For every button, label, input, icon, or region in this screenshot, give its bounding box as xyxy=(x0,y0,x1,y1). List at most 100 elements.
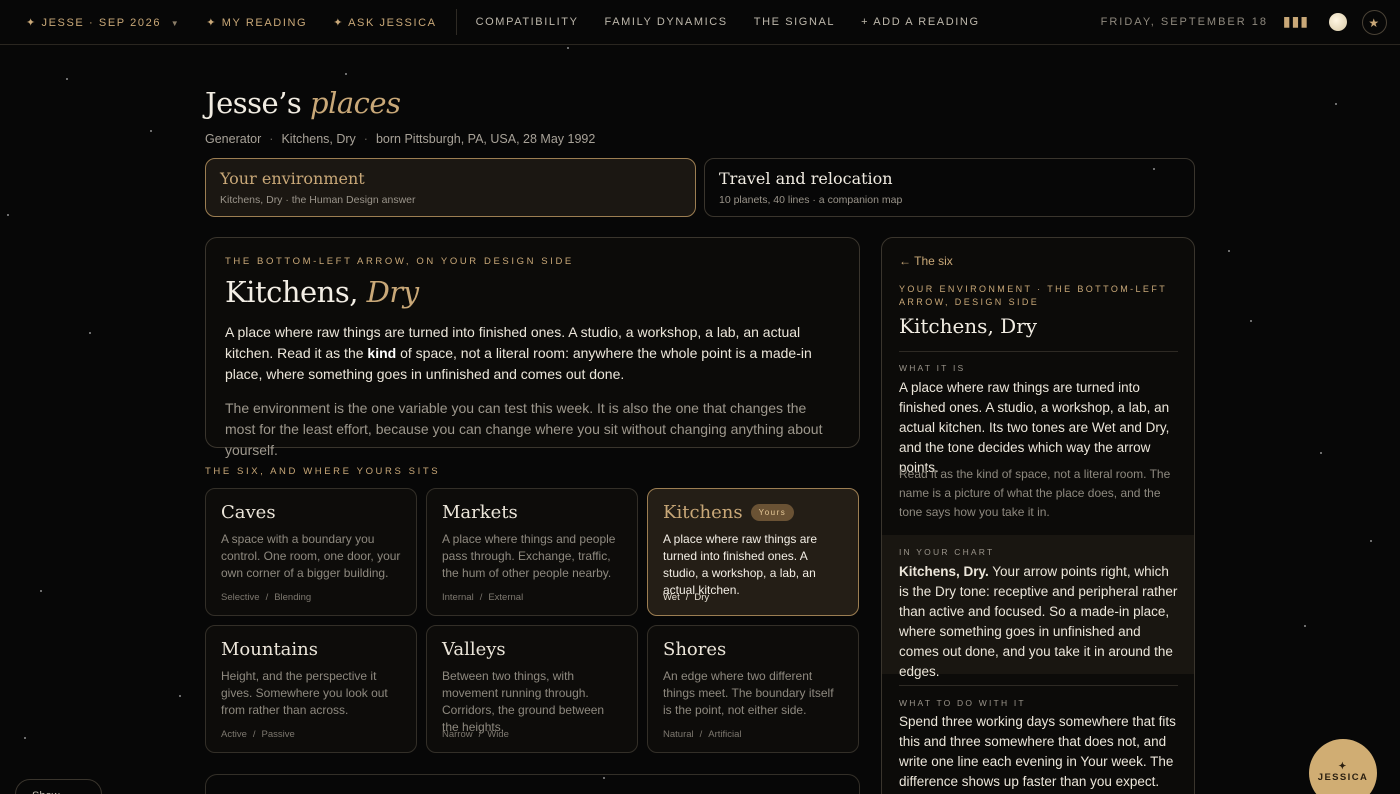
tone-a: Wet xyxy=(663,592,680,603)
fab-label: Jessica xyxy=(1317,772,1369,783)
tile-description: Between two things, with movement runnin… xyxy=(442,669,605,734)
description-emphasis: kind xyxy=(367,345,397,361)
tile-description: An edge where two different things meet.… xyxy=(663,669,834,717)
environment-summary: Kitchens, Dry xyxy=(281,132,356,146)
tile-tones: Narrow / Wide xyxy=(442,729,509,740)
tile-name-text: Shores xyxy=(663,639,727,660)
tab-title: Travel and relocation xyxy=(719,169,893,188)
tone-a: Selective xyxy=(221,592,260,603)
environment-title: Kitchens, Dry xyxy=(225,275,840,309)
tone-a: Narrow xyxy=(442,729,473,740)
environment-side-panel: ← The six Your environment · the bottom-… xyxy=(881,237,1195,794)
tile-description: A place where raw things are turned into… xyxy=(663,532,818,597)
page-title-accent: places xyxy=(310,86,401,120)
page-header: Jesse’s places Generator · Kitchens, Dry · b… xyxy=(205,86,595,146)
tone-b: External xyxy=(488,592,524,603)
tab-travel-relocation[interactable]: Travel and relocation 10 planets, 40 lin… xyxy=(704,158,1195,217)
tile-name: Valleys xyxy=(442,639,622,660)
environment-note: The environment is the one variable you … xyxy=(225,400,823,458)
page-title: Jesse’s places xyxy=(205,86,595,120)
tile-name: Mountains xyxy=(221,639,401,660)
tab-subtitle: Kitchens, Dry · the Human Design answer xyxy=(220,194,416,206)
nav-divider xyxy=(455,9,457,35)
moon-phase-icon[interactable] xyxy=(1329,13,1347,31)
card-eyebrow: The bottom-left arrow, on your Design si… xyxy=(225,256,574,267)
nav-compatibility[interactable]: Compatibility xyxy=(463,16,592,28)
yours-badge: Yours xyxy=(750,504,795,521)
tile-name-text: Caves xyxy=(221,502,276,523)
nav-add-reading[interactable]: + Add a Reading xyxy=(848,16,992,28)
environment-title-main: Kitchens, xyxy=(225,275,358,309)
favorites-button[interactable]: ★ xyxy=(1362,10,1387,35)
tone-a: Natural xyxy=(663,729,694,740)
tile-description: A place where things and people pass thr… xyxy=(442,532,616,580)
nav-my-reading[interactable]: ✦ My Reading xyxy=(193,16,320,29)
profile-switcher[interactable]: ✦ Jesse · Sep 2026 ▼ xyxy=(0,16,193,29)
tile-name-text: Kitchens xyxy=(663,502,743,523)
side-eyebrow: Your environment · the bottom-left arrow… xyxy=(899,284,1167,307)
ask-jessica-fab[interactable]: ✦ Jessica xyxy=(1309,739,1377,794)
tab-subtitle: 10 planets, 40 lines · a companion map xyxy=(719,194,903,206)
environment-tile-valleys[interactable]: Valleys Between two things, with movemen… xyxy=(426,625,638,753)
tone-b: Artificial xyxy=(708,729,742,740)
sparkle-icon: ✦ xyxy=(26,16,37,29)
tone-b: Wide xyxy=(487,729,509,740)
star-icon: ★ xyxy=(1368,15,1381,30)
current-date: Friday, September 18 xyxy=(1100,16,1268,28)
tab-title: Your environment xyxy=(220,169,365,188)
tone-b: Passive xyxy=(261,729,295,740)
divider xyxy=(899,351,1178,352)
tile-name: Shores xyxy=(663,639,843,660)
show-today-button[interactable]: Show today xyxy=(15,779,102,794)
environment-tile-caves[interactable]: Caves A space with a boundary you contro… xyxy=(205,488,417,616)
chevron-down-icon: ▼ xyxy=(170,18,181,28)
tile-tones: Selective / Blending xyxy=(221,592,312,603)
environment-tile-shores[interactable]: Shores An edge where two different thing… xyxy=(647,625,859,753)
environment-description: A place where raw things are turned into… xyxy=(225,322,840,385)
environment-tile-kitchens[interactable]: Kitchens Yours A place where raw things a… xyxy=(647,488,859,616)
environment-title-tone: Dry xyxy=(366,275,420,309)
menu-dots-icon[interactable]: ▮▮▮ xyxy=(1283,13,1309,30)
tile-tones: Internal / External xyxy=(442,592,524,603)
environment-tile-mountains[interactable]: Mountains Height, and the perspective it… xyxy=(205,625,417,753)
tile-tones: Wet / Dry xyxy=(663,592,710,603)
tile-tones: Natural / Artificial xyxy=(663,729,742,740)
nav-the-signal[interactable]: The Signal xyxy=(741,16,848,28)
chart-body: Your arrow points right, which is the Dr… xyxy=(899,564,1178,679)
tile-description: A space with a boundary you control. One… xyxy=(221,532,401,580)
tone-a: Internal xyxy=(442,592,474,603)
design-type: Generator xyxy=(205,132,262,146)
what-it-is-label: What it is xyxy=(899,363,966,373)
tile-name: Markets xyxy=(442,502,622,523)
tab-your-environment[interactable]: Your environment Kitchens, Dry · the Hum… xyxy=(205,158,696,217)
profile-subline: Generator · Kitchens, Dry · born Pittsburgh,… xyxy=(205,132,596,146)
nav-links: ✦ Jesse · Sep 2026 ▼ ✦ My Reading ✦ Ask … xyxy=(0,0,993,44)
tone-b: Dry xyxy=(694,592,710,603)
tile-name-text: Valleys xyxy=(442,639,506,660)
what-to-do-text: Spend three working days somewhere that … xyxy=(899,714,1176,789)
environment-tile-markets[interactable]: Markets A place where things and people … xyxy=(426,488,638,616)
sparkle-icon: ✦ xyxy=(206,16,218,29)
tone-a: Active xyxy=(221,729,247,740)
chart-emphasis: Kitchens, Dry. xyxy=(899,564,989,579)
sparkle-icon: ✦ xyxy=(333,16,345,29)
environment-detail-card: The bottom-left arrow, on your Design si… xyxy=(205,237,860,458)
nav-family-dynamics[interactable]: Family Dynamics xyxy=(592,16,741,28)
back-to-six-link[interactable]: ← The six xyxy=(899,254,953,268)
tile-name: Caves xyxy=(221,502,401,523)
tile-name-text: Markets xyxy=(442,502,518,523)
profile-label: Jesse · Sep 2026 xyxy=(41,16,162,29)
tile-tones: Active / Passive xyxy=(221,729,295,740)
tone-b: Blending xyxy=(274,592,312,603)
divider xyxy=(899,685,1178,686)
page-title-name: Jesse’s xyxy=(205,86,302,120)
what-it-is-note: Read it as the kind of space, not a lite… xyxy=(899,467,1171,519)
sparkle-icon: ✦ xyxy=(1338,761,1348,772)
tile-description: Height, and the perspective it gives. So… xyxy=(221,669,388,717)
nav-ask-jessica[interactable]: ✦ Ask Jessica xyxy=(320,16,449,29)
what-it-is-text: A place where raw things are turned into… xyxy=(899,380,1170,475)
places-card-partial xyxy=(205,774,860,794)
tile-name-text: Mountains xyxy=(221,639,319,660)
birth-info: born Pittsburgh, PA, USA, 28 May 1992 xyxy=(375,132,596,146)
nav-my-reading-label: My Reading xyxy=(221,16,308,29)
